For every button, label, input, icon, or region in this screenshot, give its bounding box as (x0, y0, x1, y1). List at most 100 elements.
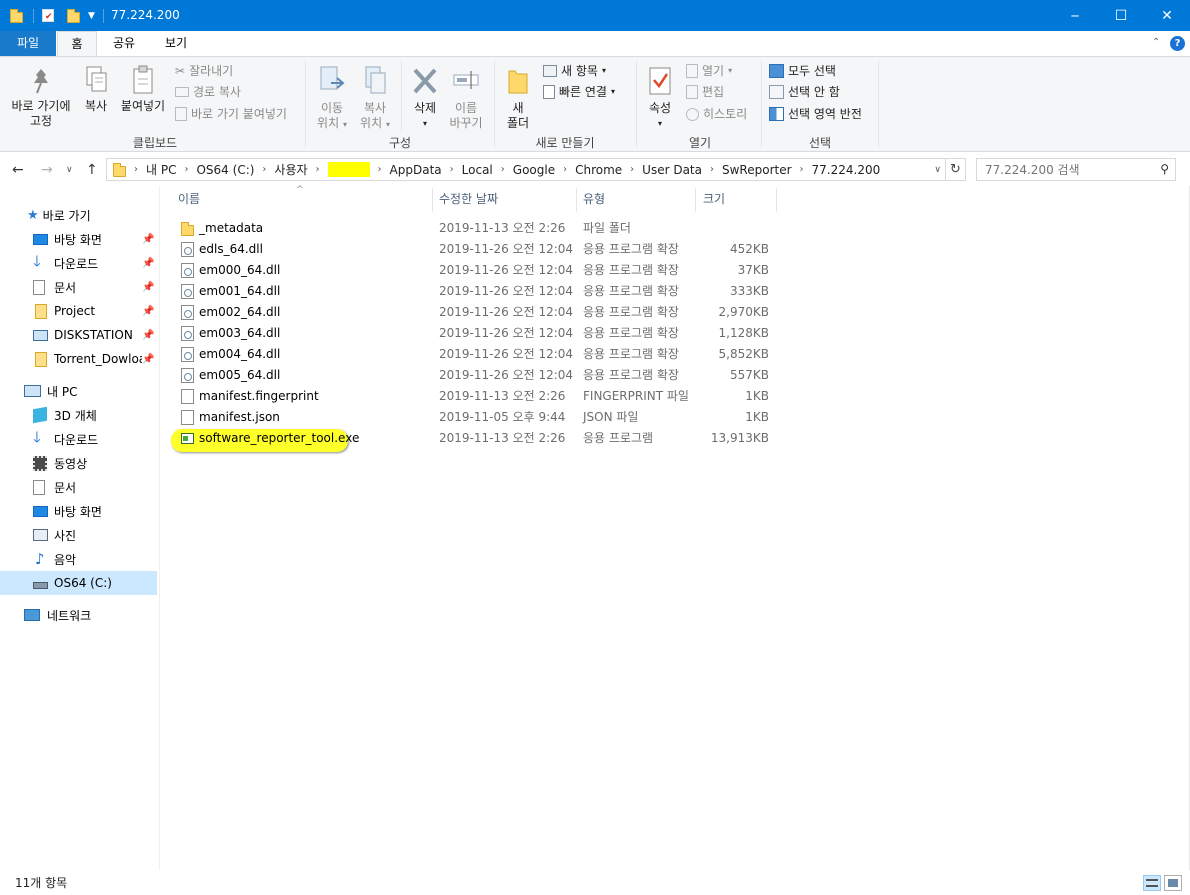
nav-quick-desktop[interactable]: 바탕 화면 📌 (0, 227, 157, 251)
chevron-right-icon[interactable]: › (184, 164, 188, 175)
nav-pc-3d-objects[interactable]: 3D 개체 (0, 403, 157, 427)
customize-chevron-down-icon[interactable]: ▼ (88, 11, 95, 21)
breadcrumb-drive[interactable]: OS64 (C:) (196, 163, 254, 177)
address-bar[interactable]: › 내 PC › OS64 (C:) › 사용자 › › AppData › L… (106, 158, 946, 181)
tab-share[interactable]: 공유 (102, 31, 146, 56)
forward-arrow-icon[interactable]: → (41, 159, 53, 181)
file-row[interactable]: _metadata 2019-11-13 오전 2:26 파일 폴더 (171, 218, 776, 239)
select-all-button[interactable]: 모두 선택 (769, 61, 836, 81)
select-none-button[interactable]: 선택 안 함 (769, 82, 840, 102)
file-row[interactable]: manifest.fingerprint 2019-11-13 오전 2:26 … (171, 386, 776, 407)
properties-button[interactable]: 속성 ▾ (641, 65, 679, 131)
nav-pc-desktop[interactable]: 바탕 화면 (0, 499, 157, 523)
close-button[interactable]: ✕ (1144, 0, 1190, 31)
chevron-right-icon[interactable]: › (450, 164, 454, 175)
nav-pc-documents[interactable]: 문서 (0, 475, 157, 499)
chevron-right-icon[interactable]: › (563, 164, 567, 175)
tab-file[interactable]: 파일 (0, 31, 56, 56)
file-row[interactable]: software_reporter_tool.exe 2019-11-13 오전… (171, 428, 776, 449)
breadcrumb-google[interactable]: Google (513, 163, 555, 177)
nav-quick-diskstation[interactable]: DISKSTATION 📌 (0, 323, 157, 347)
tab-home[interactable]: 홈 (57, 31, 97, 57)
details-view-button[interactable] (1143, 875, 1161, 891)
nav-quick-access[interactable]: ★ 바로 가기 (0, 203, 157, 227)
address-chevron-down-icon[interactable]: ∨ (934, 165, 941, 175)
breadcrumb-chrome[interactable]: Chrome (575, 163, 622, 177)
column-divider[interactable] (776, 188, 777, 212)
delete-button[interactable]: 삭제 ▾ (406, 65, 444, 131)
back-arrow-icon[interactable]: ← (12, 159, 24, 181)
nav-quick-torrent[interactable]: Torrent_Dowloads 📌 (0, 347, 157, 371)
nav-network[interactable]: 네트워크 (0, 603, 157, 627)
search-icon[interactable]: ⚲ (1160, 162, 1169, 176)
breadcrumb-users[interactable]: 사용자 (274, 161, 307, 178)
search-input[interactable] (977, 159, 1147, 180)
refresh-button[interactable]: ↻ (946, 158, 966, 181)
column-header-date[interactable]: 수정한 날짜 (439, 186, 498, 213)
breadcrumb-swreporter[interactable]: SwReporter (722, 163, 792, 177)
column-header-size[interactable]: 크기 (703, 186, 725, 213)
pin-icon[interactable]: 📌 (142, 258, 154, 269)
pin-icon[interactable]: 📌 (142, 306, 154, 317)
file-row[interactable]: edls_64.dll 2019-11-26 오전 12:04 응용 프로그램 … (171, 239, 776, 260)
chevron-right-icon[interactable]: › (710, 164, 714, 175)
minimize-button[interactable]: ─ (1052, 0, 1098, 31)
breadcrumb-redacted-username[interactable] (327, 162, 370, 177)
pin-icon[interactable]: 📌 (142, 354, 154, 365)
large-icons-view-button[interactable] (1164, 875, 1182, 891)
column-header-type[interactable]: 유형 (583, 186, 605, 213)
file-row[interactable]: em001_64.dll 2019-11-26 오전 12:04 응용 프로그램… (171, 281, 776, 302)
copy-path-button[interactable]: 경로 복사 (175, 82, 241, 102)
pin-icon[interactable]: 📌 (142, 234, 154, 245)
recent-chevron-down-icon[interactable]: ∨ (66, 159, 73, 181)
chevron-right-icon[interactable]: › (262, 164, 266, 175)
new-folder-button[interactable]: 새 폴더 (500, 65, 536, 131)
search-box[interactable]: ⚲ (976, 158, 1176, 181)
properties-quick-icon[interactable]: ✔ (42, 9, 54, 22)
pin-icon[interactable]: 📌 (142, 282, 154, 293)
paste-button[interactable]: 붙여넣기 (118, 65, 168, 114)
chevron-right-icon[interactable]: › (800, 164, 804, 175)
up-arrow-icon[interactable]: ↑ (86, 159, 98, 181)
nav-quick-downloads[interactable]: 🡓 다운로드 📌 (0, 251, 157, 275)
chevron-right-icon[interactable]: › (316, 164, 320, 175)
nav-pc-drive-c[interactable]: OS64 (C:) (0, 571, 157, 595)
column-header-name[interactable]: 이름 (178, 186, 200, 213)
maximize-button[interactable]: ☐ (1098, 0, 1144, 31)
edit-button[interactable]: 편집 (686, 82, 724, 102)
history-button[interactable]: 히스토리 (686, 104, 747, 124)
copy-to-button[interactable]: 복사 위치 ▾ (355, 65, 395, 132)
nav-pc-downloads[interactable]: 🡓 다운로드 (0, 427, 157, 451)
column-divider[interactable] (695, 188, 696, 212)
paste-shortcut-button[interactable]: 바로 가기 붙여넣기 (175, 104, 287, 124)
chevron-right-icon[interactable]: › (378, 164, 382, 175)
pin-icon[interactable]: 📌 (142, 330, 154, 341)
breadcrumb-appdata[interactable]: AppData (390, 163, 442, 177)
column-divider[interactable] (432, 188, 433, 212)
easy-access-button[interactable]: 빠른 연결 ▾ (543, 82, 615, 102)
nav-pc-music[interactable]: ♪ 음악 (0, 547, 157, 571)
open-button[interactable]: 열기 ▾ (686, 61, 732, 81)
new-folder-quick-icon[interactable] (67, 9, 80, 23)
nav-this-pc[interactable]: 내 PC (0, 379, 157, 403)
breadcrumb-user-data[interactable]: User Data (642, 163, 702, 177)
breadcrumb-local[interactable]: Local (462, 163, 493, 177)
nav-pc-videos[interactable]: 동영상 (0, 451, 157, 475)
file-row[interactable]: em003_64.dll 2019-11-26 오전 12:04 응용 프로그램… (171, 323, 776, 344)
nav-quick-documents[interactable]: 문서 📌 (0, 275, 157, 299)
file-row[interactable]: em005_64.dll 2019-11-26 오전 12:04 응용 프로그램… (171, 365, 776, 386)
breadcrumb-current[interactable]: 77.224.200 (812, 163, 881, 177)
new-item-button[interactable]: 새 항목 ▾ (543, 61, 606, 81)
chevron-right-icon[interactable]: › (134, 164, 138, 175)
file-row[interactable]: manifest.json 2019-11-05 오후 9:44 JSON 파일… (171, 407, 776, 428)
tab-view[interactable]: 보기 (154, 31, 198, 56)
invert-selection-button[interactable]: 선택 영역 반전 (769, 104, 862, 124)
help-icon[interactable]: ? (1170, 36, 1185, 51)
nav-pc-pictures[interactable]: 사진 (0, 523, 157, 547)
breadcrumb-this-pc[interactable]: 내 PC (146, 161, 176, 178)
chevron-right-icon[interactable]: › (630, 164, 634, 175)
chevron-down-icon[interactable]: ⌃ (1152, 37, 1160, 48)
file-row[interactable]: em002_64.dll 2019-11-26 오전 12:04 응용 프로그램… (171, 302, 776, 323)
chevron-right-icon[interactable]: › (501, 164, 505, 175)
move-to-button[interactable]: 이동 위치 ▾ (312, 65, 352, 132)
